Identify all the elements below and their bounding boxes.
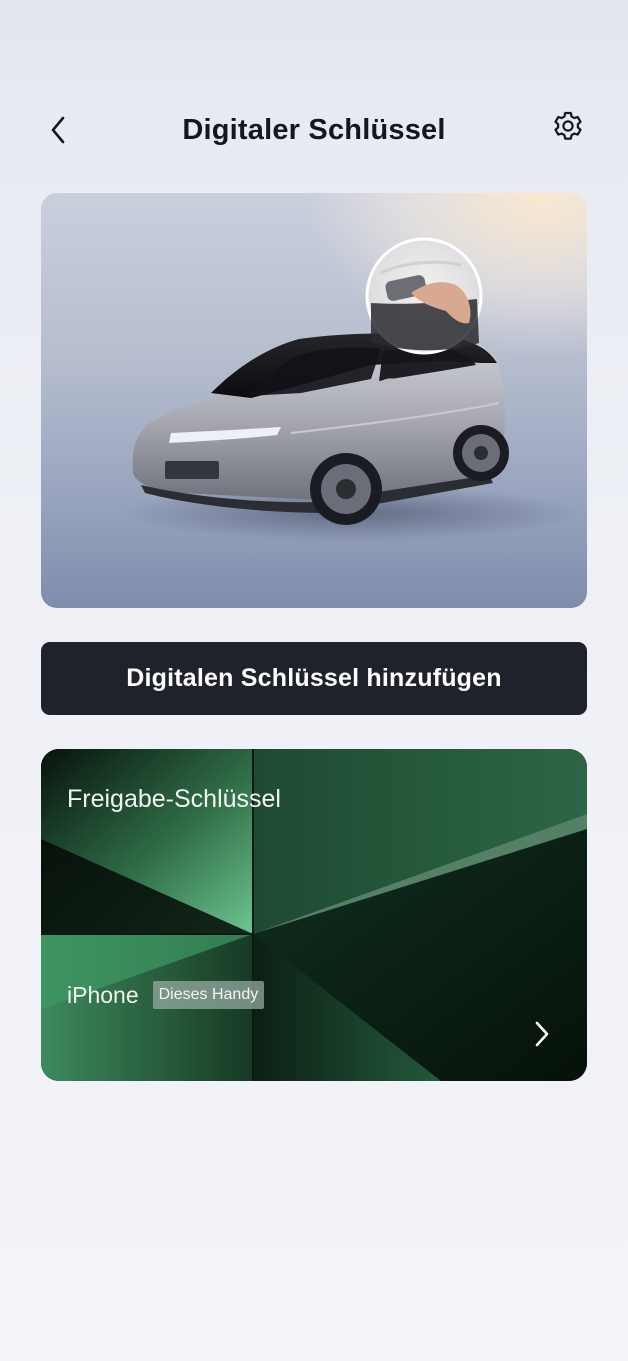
share-key-title: Freigabe-Schlüssel (67, 785, 281, 813)
settings-button[interactable] (546, 104, 590, 148)
device-name: iPhone (67, 981, 139, 1008)
open-share-key-chevron[interactable] (527, 1019, 557, 1049)
car-hero-image (41, 193, 587, 608)
chevron-left-icon (51, 116, 65, 144)
device-row: iPhone Dieses Handy (67, 981, 265, 1009)
chevron-right-icon (535, 1021, 549, 1047)
page-title: Digitaler Schlüssel (182, 114, 446, 146)
header: Digitaler Schlüssel (0, 96, 628, 164)
back-button[interactable] (38, 110, 78, 150)
gear-icon (554, 111, 582, 140)
this-phone-badge: Dieses Handy (152, 981, 265, 1009)
add-digital-key-button[interactable]: Digitalen Schlüssel hinzufügen (41, 642, 587, 715)
share-key-card[interactable]: Freigabe-Schlüssel iPhone Dieses Handy (41, 749, 587, 1081)
car-illustration (121, 237, 581, 541)
status-bar (0, 0, 628, 80)
